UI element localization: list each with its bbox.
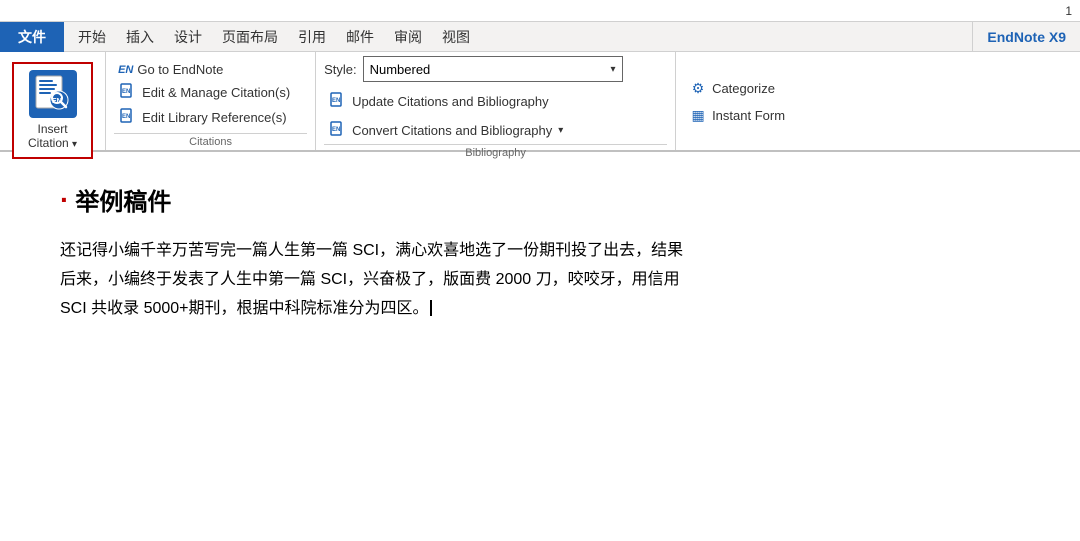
style-row: Style: Numbered ▾ — [324, 56, 667, 82]
citations-group-items: EN Go to EndNote EN Edit & Manage Citati… — [114, 56, 307, 133]
title-text: 举例稿件 — [75, 182, 171, 217]
svg-text:EN: EN — [122, 114, 130, 120]
edit-manage-citation-button[interactable]: EN Edit & Manage Citation(s) — [114, 81, 307, 104]
document-content: · 举例稿件 还记得小编千辛万苦写完一篇人生第一篇 SCI，满心欢喜地选了一份期… — [0, 152, 1080, 353]
page-number: 1 — [1065, 4, 1072, 18]
menu-item-endnote[interactable]: EndNote X9 — [972, 22, 1080, 52]
paragraph-1-text: 还记得小编千辛万苦写完一篇人生第一篇 SCI，满心欢喜地选了一份期刊投了出去，结… — [60, 242, 683, 259]
insert-citation-icon: EN — [29, 70, 77, 118]
update-citations-icon: EN — [328, 92, 348, 111]
edit-library-reference-button[interactable]: EN Edit Library Reference(s) — [114, 106, 307, 129]
menu-item-insert[interactable]: 插入 — [116, 22, 164, 52]
categorize-icon: ⚙ — [688, 80, 708, 97]
document-paragraph-1: 还记得小编千辛万苦写完一篇人生第一篇 SCI，满心欢喜地选了一份期刊投了出去，结… — [60, 237, 1020, 266]
svg-text:EN: EN — [52, 98, 62, 105]
update-citations-label: Update Citations and Bibliography — [352, 94, 549, 109]
instant-form-icon: ▦ — [688, 107, 708, 124]
convert-citations-icon: EN — [328, 121, 348, 140]
update-citations-button[interactable]: EN Update Citations and Bibliography — [324, 90, 667, 113]
paragraph-3-text: SCI 共收录 5000+期刊，根据中科院标准分为四区。 — [60, 300, 429, 317]
edit-library-icon: EN — [118, 108, 138, 127]
style-dropdown[interactable]: Numbered ▾ — [363, 56, 623, 82]
edit-citation-icon: EN — [118, 83, 138, 102]
menu-item-page-layout[interactable]: 页面布局 — [212, 22, 288, 52]
menu-item-review[interactable]: 审阅 — [384, 22, 432, 52]
citation-icon-svg: EN — [33, 74, 73, 114]
svg-text:EN: EN — [332, 98, 340, 104]
top-bar: 1 — [0, 0, 1080, 22]
menu-bar: 文件 开始 插入 设计 页面布局 引用 邮件 审阅 视图 EndNote X9 — [0, 22, 1080, 52]
categorize-label: Categorize — [712, 81, 775, 96]
convert-citations-button[interactable]: EN Convert Citations and Bibliography ▾ — [324, 119, 667, 142]
svg-text:EN: EN — [332, 127, 340, 133]
title-bullet: · — [60, 184, 69, 216]
svg-text:EN: EN — [122, 89, 130, 95]
go-endnote-icon: EN — [118, 64, 133, 76]
paragraph-2-text: 后来，小编终于发表了人生中第一篇 SCI，兴奋极了，版面费 2000 刀，咬咬牙… — [60, 271, 680, 288]
style-value: Numbered — [370, 62, 431, 77]
style-label: Style: — [324, 62, 357, 77]
menu-item-view[interactable]: 视图 — [432, 22, 480, 52]
convert-citations-label: Convert Citations and Bibliography — [352, 123, 552, 138]
edit-manage-citation-label: Edit & Manage Citation(s) — [142, 85, 290, 100]
file-menu-button[interactable]: 文件 — [0, 22, 64, 52]
style-dropdown-arrow: ▾ — [611, 64, 616, 75]
insert-citation-label: Insert Citation ▾ — [28, 122, 77, 151]
menu-item-reference[interactable]: 引用 — [288, 22, 336, 52]
insert-citation-button[interactable]: EN Insert Citation ▾ — [12, 62, 93, 159]
bibliography-group-title: Bibliography — [324, 144, 667, 161]
convert-arrow: ▾ — [558, 125, 563, 136]
menu-item-start[interactable]: 开始 — [68, 22, 116, 52]
categorize-button[interactable]: ⚙ Categorize — [684, 78, 789, 99]
go-to-endnote-label: Go to EndNote — [137, 62, 223, 77]
menu-item-mail[interactable]: 邮件 — [336, 22, 384, 52]
go-to-endnote-button[interactable]: EN Go to EndNote — [114, 60, 307, 79]
document-title: · 举例稿件 — [60, 182, 1020, 217]
instant-form-label: Instant Form — [712, 108, 785, 123]
citations-group-title: Citations — [114, 133, 307, 150]
text-cursor — [430, 300, 432, 316]
document-paragraph-2: 后来，小编终于发表了人生中第一篇 SCI，兴奋极了，版面费 2000 刀，咬咬牙… — [60, 266, 1020, 295]
menu-item-design[interactable]: 设计 — [164, 22, 212, 52]
instant-form-button[interactable]: ▦ Instant Form — [684, 105, 789, 126]
document-paragraph-3: SCI 共收录 5000+期刊，根据中科院标准分为四区。 — [60, 295, 1020, 324]
ribbon: EN Insert Citation ▾ EN Go to EndNote EN… — [0, 52, 1080, 152]
edit-library-label: Edit Library Reference(s) — [142, 110, 287, 125]
